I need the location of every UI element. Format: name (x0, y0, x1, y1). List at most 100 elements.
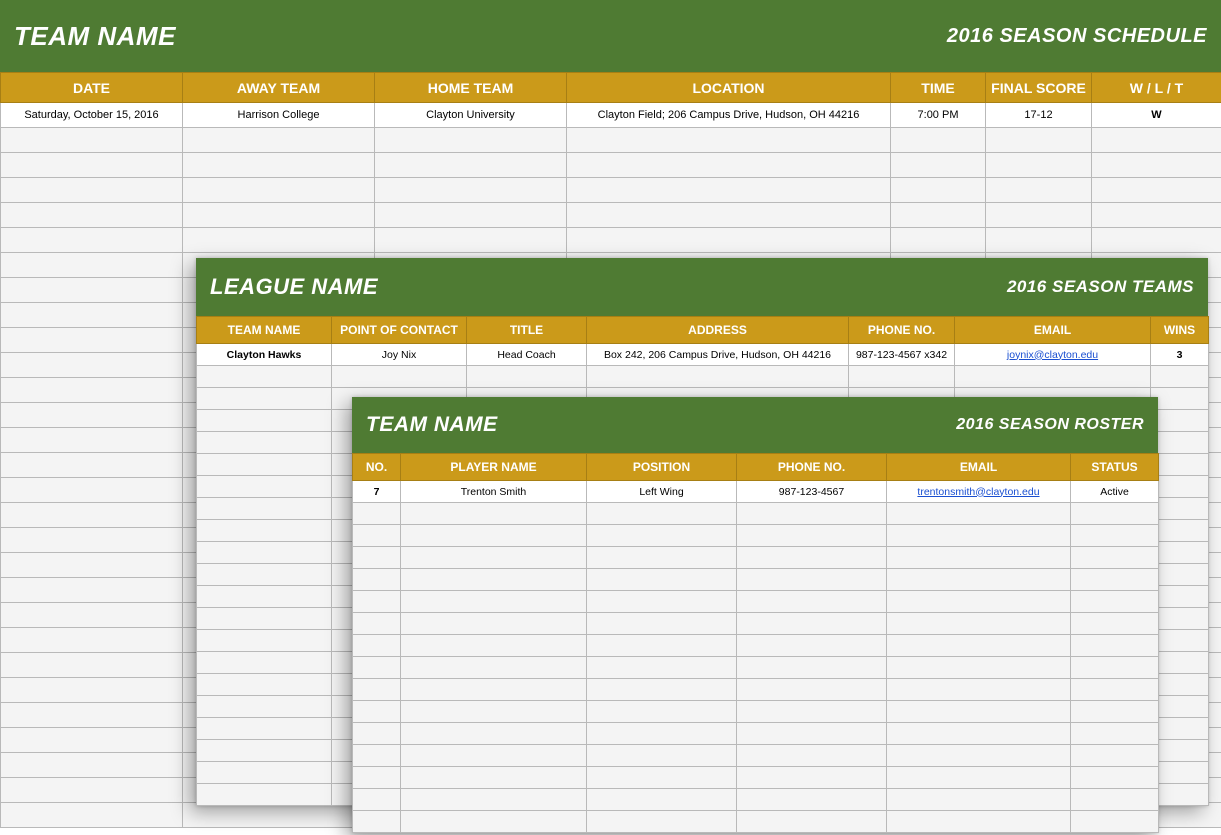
roster-cell[interactable] (1071, 767, 1159, 789)
roster-cell-phone-no[interactable]: 987-123-4567 (737, 481, 887, 503)
teams-cell[interactable] (1151, 586, 1209, 608)
roster-cell[interactable] (353, 525, 401, 547)
roster-cell[interactable] (1071, 745, 1159, 767)
teams-cell[interactable] (1151, 520, 1209, 542)
schedule-cell[interactable] (375, 128, 567, 153)
roster-cell-status[interactable]: Active (1071, 481, 1159, 503)
roster-cell[interactable] (887, 525, 1071, 547)
schedule-cell[interactable] (1, 653, 183, 678)
teams-cell[interactable] (1151, 454, 1209, 476)
roster-cell[interactable] (887, 723, 1071, 745)
schedule-cell[interactable] (1, 528, 183, 553)
roster-cell[interactable] (737, 745, 887, 767)
roster-cell-no[interactable]: 7 (353, 481, 401, 503)
schedule-cell-away-team[interactable]: Harrison College (183, 103, 375, 128)
teams-cell[interactable] (1151, 696, 1209, 718)
teams-cell-email-link[interactable]: joynix@clayton.edu (1007, 349, 1098, 361)
schedule-cell[interactable] (1, 403, 183, 428)
roster-cell[interactable] (353, 723, 401, 745)
roster-cell[interactable] (1071, 657, 1159, 679)
schedule-cell[interactable] (1, 728, 183, 753)
roster-cell[interactable] (401, 547, 587, 569)
roster-cell[interactable] (887, 811, 1071, 833)
schedule-cell[interactable] (1, 778, 183, 803)
teams-cell[interactable] (1151, 498, 1209, 520)
roster-cell[interactable] (1071, 547, 1159, 569)
teams-cell[interactable] (1151, 542, 1209, 564)
teams-cell[interactable] (1151, 674, 1209, 696)
roster-empty-row[interactable] (353, 525, 1159, 547)
roster-cell[interactable] (737, 525, 887, 547)
roster-data-row[interactable]: 7Trenton SmithLeft Wing987-123-4567trent… (353, 481, 1159, 503)
roster-cell[interactable] (737, 569, 887, 591)
roster-cell[interactable] (353, 613, 401, 635)
schedule-cell[interactable] (1, 378, 183, 403)
schedule-cell[interactable] (1, 678, 183, 703)
schedule-cell[interactable] (1, 128, 183, 153)
roster-cell[interactable] (587, 525, 737, 547)
roster-cell[interactable] (587, 745, 737, 767)
roster-empty-row[interactable] (353, 767, 1159, 789)
schedule-cell[interactable] (891, 203, 986, 228)
roster-cell[interactable] (353, 789, 401, 811)
schedule-cell-wlt[interactable]: W (1092, 103, 1221, 128)
schedule-cell[interactable] (1, 278, 183, 303)
schedule-cell[interactable] (1, 453, 183, 478)
roster-cell[interactable] (1071, 679, 1159, 701)
roster-cell[interactable] (353, 745, 401, 767)
teams-cell[interactable] (197, 784, 332, 806)
schedule-cell[interactable] (1, 303, 183, 328)
roster-cell[interactable] (587, 657, 737, 679)
roster-cell[interactable] (1071, 723, 1159, 745)
roster-cell[interactable] (587, 723, 737, 745)
schedule-cell[interactable] (1, 178, 183, 203)
teams-cell[interactable] (1151, 432, 1209, 454)
schedule-cell[interactable] (1, 478, 183, 503)
schedule-empty-row[interactable] (1, 228, 1221, 253)
roster-empty-row[interactable] (353, 745, 1159, 767)
teams-cell-title[interactable]: Head Coach (467, 344, 587, 366)
teams-cell[interactable] (1151, 630, 1209, 652)
roster-cell[interactable] (1071, 635, 1159, 657)
roster-empty-row[interactable] (353, 591, 1159, 613)
roster-empty-row[interactable] (353, 679, 1159, 701)
roster-cell[interactable] (1071, 811, 1159, 833)
schedule-cell[interactable] (986, 178, 1092, 203)
roster-cell[interactable] (353, 569, 401, 591)
schedule-cell[interactable] (375, 228, 567, 253)
roster-cell[interactable] (401, 569, 587, 591)
schedule-empty-row[interactable] (1, 128, 1221, 153)
schedule-cell-location[interactable]: Clayton Field; 206 Campus Drive, Hudson,… (567, 103, 891, 128)
schedule-cell[interactable] (1, 578, 183, 603)
roster-cell[interactable] (401, 635, 587, 657)
roster-cell[interactable] (887, 613, 1071, 635)
teams-cell[interactable] (955, 366, 1151, 388)
teams-cell[interactable] (1151, 652, 1209, 674)
schedule-cell[interactable] (183, 178, 375, 203)
roster-cell[interactable] (737, 679, 887, 701)
roster-cell[interactable] (401, 745, 587, 767)
teams-cell[interactable] (332, 366, 467, 388)
schedule-cell[interactable] (1, 753, 183, 778)
schedule-cell[interactable] (986, 153, 1092, 178)
teams-cell[interactable] (849, 366, 955, 388)
roster-cell[interactable] (587, 635, 737, 657)
teams-cell[interactable] (197, 542, 332, 564)
roster-empty-row[interactable] (353, 569, 1159, 591)
roster-cell[interactable] (587, 503, 737, 525)
schedule-cell[interactable] (1, 703, 183, 728)
teams-cell[interactable] (197, 586, 332, 608)
schedule-cell[interactable] (183, 803, 375, 828)
roster-cell[interactable] (401, 613, 587, 635)
roster-cell[interactable] (401, 789, 587, 811)
roster-cell[interactable] (1071, 591, 1159, 613)
roster-cell[interactable] (737, 635, 887, 657)
teams-cell[interactable] (467, 366, 587, 388)
roster-empty-row[interactable] (353, 789, 1159, 811)
teams-cell[interactable] (1151, 718, 1209, 740)
teams-cell[interactable] (587, 366, 849, 388)
teams-cell[interactable] (1151, 740, 1209, 762)
schedule-cell[interactable] (1092, 153, 1221, 178)
teams-cell-wins[interactable]: 3 (1151, 344, 1209, 366)
teams-cell[interactable] (197, 762, 332, 784)
